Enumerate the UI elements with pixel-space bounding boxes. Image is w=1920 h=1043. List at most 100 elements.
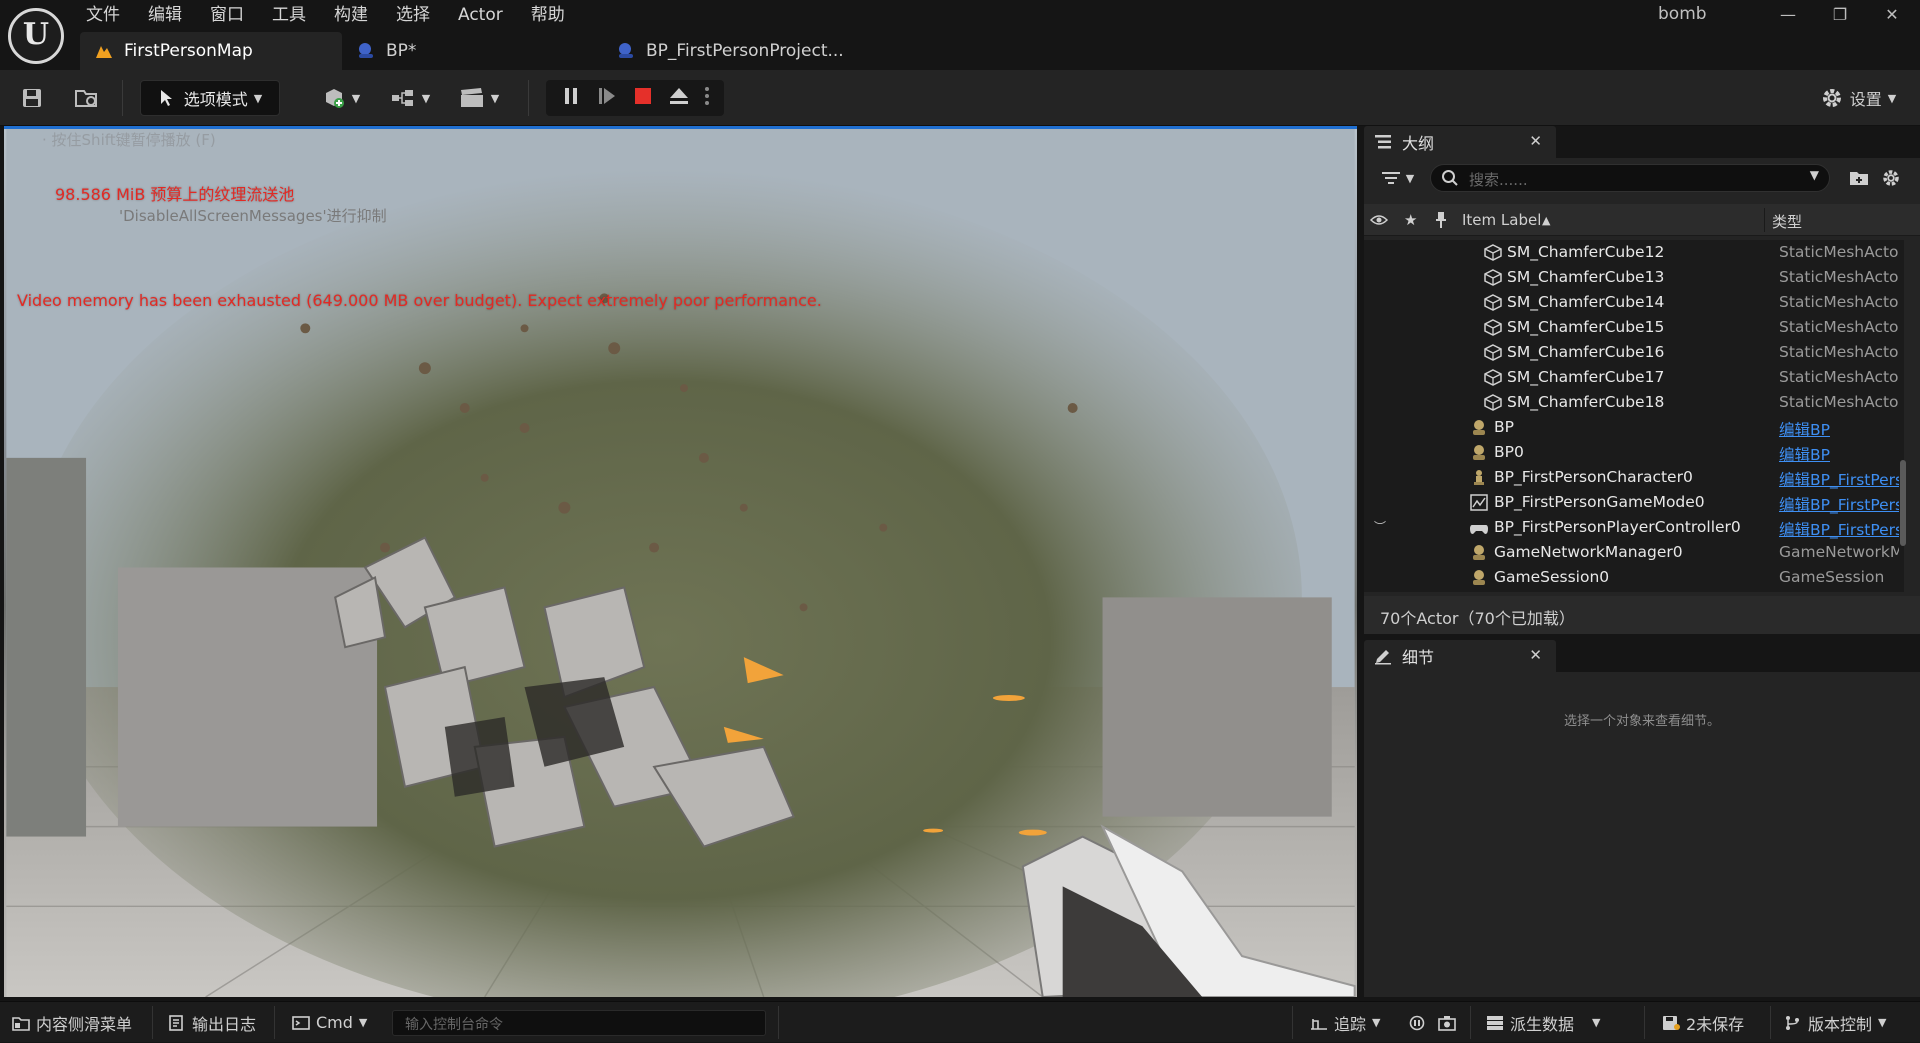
source-control-button[interactable]: 版本控制 ▼	[1784, 1002, 1886, 1043]
settings-button[interactable]: 设置 ▼	[1810, 80, 1906, 116]
chevron-down-icon: ▼	[253, 91, 263, 105]
tab-details[interactable]: 细节 ✕	[1364, 640, 1556, 672]
static-mesh-icon	[1484, 369, 1502, 386]
outliner-row[interactable]: GameNetworkManager0 GameNetworkManager	[1364, 540, 1904, 565]
edit-blueprint-link[interactable]: 编辑BP_FirstPersonPlayerController	[1779, 518, 1899, 540]
outliner-settings-button[interactable]	[1878, 164, 1904, 192]
edit-blueprint-link[interactable]: 编辑BP	[1779, 443, 1899, 465]
mode-label: 选项模式	[183, 90, 248, 109]
level-icon	[94, 42, 114, 60]
cmd-dropdown[interactable]: Cmd ▼	[292, 1002, 367, 1043]
selection-mode-dropdown[interactable]: 选项模式 ▼	[140, 80, 280, 116]
outliner-row[interactable]: ︶ BP_FirstPersonPlayerController0 编辑BP_Fir…	[1364, 515, 1904, 540]
chevron-down-icon: ▼	[1878, 1016, 1887, 1029]
edit-blueprint-link[interactable]: 编辑BP_FirstPersonCharacter	[1779, 468, 1899, 490]
star-icon[interactable]: ★	[1404, 211, 1417, 229]
edit-blueprint-link[interactable]: 编辑BP_FirstPersonGameMode	[1779, 493, 1899, 515]
outliner-row[interactable]: SM_ChamferCube13 StaticMeshActor	[1364, 265, 1904, 290]
outliner-row[interactable]: SM_ChamferCube17 StaticMeshActor	[1364, 365, 1904, 390]
pause-button[interactable]	[553, 86, 589, 110]
row-label: GameNetworkManager0	[1494, 543, 1683, 561]
static-mesh-icon	[1484, 244, 1502, 261]
outliner-footer: 70个Actor（70个已加载）	[1364, 596, 1920, 634]
tab-bp-firstpersonproject[interactable]: BP_FirstPersonProject...	[602, 32, 862, 70]
menu-actor[interactable]: Actor	[444, 0, 517, 30]
outliner-row[interactable]: SM_ChamferCube15 StaticMeshActor	[1364, 315, 1904, 340]
outliner-row[interactable]: SM_ChamferCube12 StaticMeshActor	[1364, 240, 1904, 265]
menu-tools[interactable]: 工具	[258, 0, 320, 30]
menu-window[interactable]: 窗口	[196, 0, 258, 30]
outliner-search-input[interactable]: 搜索...... ▼	[1430, 164, 1830, 192]
cinematics-button[interactable]: ▼	[454, 80, 504, 116]
minimize-button[interactable]: —	[1766, 2, 1810, 28]
close-icon[interactable]: ✕	[1529, 132, 1542, 150]
add-actor-button[interactable]: ▼	[318, 80, 364, 116]
browse-content-button[interactable]	[70, 80, 104, 116]
play-options-button[interactable]	[697, 86, 717, 110]
tab-bp[interactable]: BP*	[342, 32, 602, 70]
level-viewport[interactable]: · 按住Shift键暂停播放 (F) 98.586 MiB 预算上的纹理流送池 …	[4, 126, 1357, 997]
close-window-button[interactable]: ✕	[1870, 2, 1914, 28]
menu-edit[interactable]: 编辑	[134, 0, 196, 30]
stop-button[interactable]	[625, 87, 661, 109]
outliner-row[interactable]: SM_ChamferCube16 StaticMeshActor	[1364, 340, 1904, 365]
details-panel: 细节 ✕ 选择一个对象来查看细节。	[1364, 640, 1920, 997]
filter-button[interactable]: ▼	[1378, 164, 1418, 192]
unsaved-button[interactable]: 2未保存	[1662, 1002, 1744, 1043]
search-icon	[1442, 170, 1458, 186]
chevron-down-icon[interactable]: ▼	[1810, 168, 1819, 182]
menu-build[interactable]: 构建	[320, 0, 382, 30]
gear-icon	[1822, 89, 1841, 107]
camera-bookmark-button[interactable]	[1438, 1002, 1462, 1043]
blueprints-button[interactable]: ▼	[386, 80, 434, 116]
unreal-logo-icon[interactable]: U	[8, 8, 64, 64]
step-forward-icon	[599, 88, 615, 104]
chevron-down-icon: ▼	[358, 1016, 368, 1029]
outliner-row[interactable]: SM_ChamferCube18 StaticMeshActor	[1364, 390, 1904, 415]
video-memory-warning: Video memory has been exhausted (649.000…	[17, 291, 822, 310]
menu-help[interactable]: 帮助	[517, 0, 579, 30]
console-command-input[interactable]: 输入控制台命令	[392, 1010, 766, 1036]
actor-icon	[1470, 444, 1488, 461]
actor-icon	[1470, 419, 1488, 436]
outliner-search-row: ▼ 搜索...... ▼	[1364, 158, 1920, 198]
outliner-row[interactable]: SM_ChamferCube14 StaticMeshActor	[1364, 290, 1904, 315]
close-icon[interactable]: ✕	[1529, 646, 1542, 664]
row-label: SM_ChamferCube14	[1507, 293, 1665, 311]
row-type: StaticMeshActor	[1779, 318, 1899, 336]
restore-button[interactable]: ❐	[1818, 2, 1862, 28]
row-label: BP0	[1494, 443, 1524, 461]
output-log-button[interactable]: 输出日志	[168, 1002, 256, 1043]
column-item-label[interactable]: Item Label	[1462, 211, 1541, 229]
blueprint-icon	[616, 42, 636, 60]
stop-icon	[635, 88, 651, 104]
outliner-row[interactable]: GameSession0 GameSession	[1364, 565, 1904, 590]
trace-button[interactable]: 追踪 ▼	[1310, 1002, 1380, 1043]
outliner-scrollbar[interactable]	[1900, 460, 1906, 546]
eject-button[interactable]	[661, 86, 697, 110]
outliner-row[interactable]: BP_FirstPersonGameMode0 编辑BP_FirstPersonG…	[1364, 490, 1904, 515]
details-title: 细节	[1402, 648, 1435, 667]
outliner-row[interactable]: BP0 编辑BP	[1364, 440, 1904, 465]
visibility-eye-icon[interactable]	[1370, 213, 1388, 227]
new-folder-button[interactable]	[1846, 164, 1872, 192]
column-type[interactable]: 类型	[1772, 211, 1802, 232]
tab-outliner[interactable]: 大纲 ✕	[1364, 126, 1556, 158]
live-coding-button[interactable]	[1408, 1002, 1432, 1043]
derived-data-button[interactable]: 派生数据 ▼	[1486, 1002, 1600, 1043]
menu-file[interactable]: 文件	[72, 0, 134, 30]
advance-frame-button[interactable]	[589, 86, 625, 110]
pin-icon[interactable]	[1434, 211, 1448, 229]
chevron-down-icon: ▼	[421, 91, 431, 105]
content-drawer-button[interactable]: 内容侧滑菜单	[12, 1002, 132, 1043]
disable-messages-hint: 'DisableAllScreenMessages'进行抑制	[119, 207, 387, 225]
outliner-row[interactable]: BP_FirstPersonCharacter0 编辑BP_FirstPerson…	[1364, 465, 1904, 490]
main-toolbar: 选项模式 ▼ ▼ ▼ ▼ 设置 ▼	[0, 70, 1920, 126]
save-button[interactable]	[16, 80, 48, 116]
tab-firstpersonmap[interactable]: FirstPersonMap	[80, 32, 342, 70]
outliner-row[interactable]: BP 编辑BP	[1364, 415, 1904, 440]
menu-select[interactable]: 选择	[382, 0, 444, 30]
visibility-hidden-icon[interactable]: ︶	[1374, 518, 1394, 535]
edit-blueprint-link[interactable]: 编辑BP	[1779, 418, 1899, 440]
source-control-label: 版本控制	[1808, 1014, 1873, 1034]
